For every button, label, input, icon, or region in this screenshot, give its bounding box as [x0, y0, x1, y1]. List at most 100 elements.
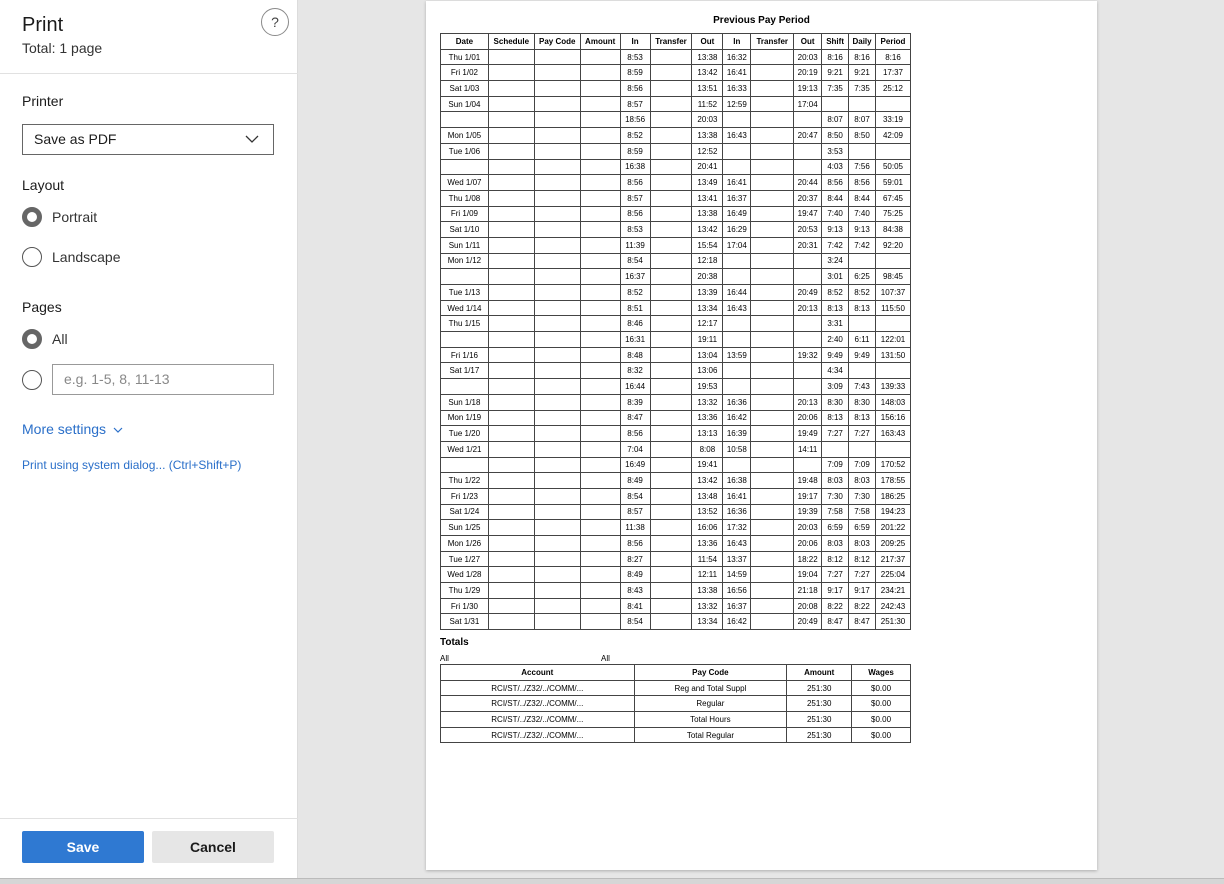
- printer-select[interactable]: Save as PDF: [22, 124, 274, 155]
- table-cell: [793, 331, 823, 348]
- table-cell: 67:45: [875, 189, 911, 207]
- preview-scroll-edge: [0, 878, 1224, 884]
- table-cell: [750, 205, 795, 223]
- column-header: Transfer: [750, 33, 795, 50]
- table-cell: 7:40: [848, 205, 876, 223]
- table-cell: 7:09: [848, 456, 876, 474]
- table-row: Sat 1/10 8:53 13:42 16:29 20:53 9:13 9:13 84:38: [440, 221, 911, 238]
- table-cell: [649, 252, 693, 270]
- cancel-button[interactable]: Cancel: [152, 831, 274, 863]
- table-cell: [487, 284, 535, 301]
- table-row: Fri 1/16 8:48 13:04 13:59 19:32 9:49 9:49 131:5…: [440, 346, 911, 364]
- table-row: Sat 1/17 8:32 13:06 4:34: [440, 362, 911, 380]
- table-cell: 9:49: [821, 346, 850, 364]
- table-cell: 8:49: [619, 566, 651, 584]
- help-icon[interactable]: ?: [261, 8, 289, 36]
- more-settings-link[interactable]: More settings: [22, 421, 123, 437]
- table-cell: 8:16: [875, 48, 911, 66]
- table-cell: 7:42: [821, 236, 850, 254]
- table-cell: Fri 1/16: [440, 346, 489, 364]
- table-row: 18:56 20:03 8:07 8:07 33:19: [440, 111, 911, 129]
- table-cell: 13:34: [691, 613, 724, 631]
- table-cell: [649, 95, 693, 113]
- system-dialog-link[interactable]: Print using system dialog... (Ctrl+Shift…: [22, 458, 241, 472]
- table-cell: 20:49: [793, 284, 823, 301]
- table-cell: 20:38: [691, 268, 724, 285]
- table-cell: 139:33: [875, 378, 911, 395]
- table-cell: [793, 111, 823, 129]
- table-cell: [649, 205, 693, 223]
- table-cell: [750, 268, 795, 285]
- table-cell: 8:49: [619, 472, 651, 489]
- table-cell: 8:54: [619, 613, 651, 631]
- column-header: Amount: [786, 664, 853, 681]
- table-cell: [533, 440, 581, 458]
- table-cell: 13:38: [691, 48, 724, 66]
- table-cell: Sun 1/11: [440, 236, 489, 254]
- table-cell: [487, 174, 535, 191]
- table-cell: 19:47: [793, 205, 823, 223]
- table-cell: [649, 378, 693, 395]
- table-cell: [649, 425, 693, 442]
- table-cell: [649, 566, 693, 584]
- table-cell: [875, 252, 911, 270]
- table-cell: 8:52: [619, 284, 651, 301]
- table-cell: 7:43: [848, 378, 876, 395]
- table-cell: [649, 550, 693, 568]
- table-cell: [579, 205, 621, 223]
- table-cell: 8:16: [848, 48, 876, 66]
- table-cell: [750, 440, 795, 458]
- table-cell: [487, 346, 535, 364]
- table-cell: 8:27: [619, 550, 651, 568]
- table-cell: Tue 1/06: [440, 142, 489, 160]
- table-cell: [649, 362, 693, 380]
- table-cell: [750, 393, 795, 411]
- table-cell: RCI/ST/../Z32/../COMM/...: [440, 726, 635, 744]
- table-cell: [722, 142, 752, 160]
- table-cell: [750, 64, 795, 82]
- table-cell: 6:59: [848, 519, 876, 536]
- table-cell: [649, 613, 693, 631]
- table-row: 16:37 20:38 3:01 6:25 98:45: [440, 268, 911, 285]
- table-cell: [487, 535, 535, 552]
- table-cell: 8:54: [619, 487, 651, 505]
- table-cell: 7:27: [848, 566, 876, 584]
- table-row: Wed 1/07 8:56 13:49 16:41 20:44 8:56 8:56 59:01: [440, 174, 911, 191]
- table-cell: 16:33: [722, 80, 752, 97]
- table-cell: 13:42: [691, 221, 724, 238]
- table-cell: [487, 331, 535, 348]
- pages-range-input[interactable]: e.g. 1-5, 8, 11-13: [52, 364, 274, 395]
- table-cell: 7:35: [821, 80, 850, 97]
- table-cell: [793, 362, 823, 380]
- save-button[interactable]: Save: [22, 831, 144, 863]
- landscape-radio[interactable]: [22, 247, 42, 267]
- table-cell: [848, 252, 876, 270]
- table-cell: [750, 456, 795, 474]
- table-cell: 8:22: [821, 597, 850, 615]
- pages-custom-radio[interactable]: [22, 370, 42, 390]
- table-cell: [533, 189, 581, 207]
- table-cell: 201:22: [875, 519, 911, 536]
- portrait-radio[interactable]: [22, 207, 42, 227]
- table-cell: [750, 487, 795, 505]
- table-cell: [875, 95, 911, 113]
- table-cell: [793, 315, 823, 333]
- table-cell: [487, 456, 535, 474]
- table-cell: 115:50: [875, 299, 911, 317]
- table-cell: [579, 268, 621, 285]
- table-cell: [579, 284, 621, 301]
- table-header-row: Account Pay Code Amount Wages: [440, 664, 911, 681]
- table-cell: [848, 440, 876, 458]
- pages-all-radio[interactable]: [22, 329, 42, 349]
- table-cell: [440, 378, 489, 395]
- table-cell: [848, 95, 876, 113]
- table-cell: [579, 142, 621, 160]
- table-cell: 8:43: [619, 582, 651, 599]
- column-header: Daily: [848, 33, 876, 50]
- table-cell: 18:22: [793, 550, 823, 568]
- table-cell: [533, 221, 581, 238]
- table-cell: [649, 472, 693, 489]
- table-cell: 12:11: [691, 566, 724, 584]
- table-cell: 8:22: [848, 597, 876, 615]
- table-cell: 16:37: [619, 268, 651, 285]
